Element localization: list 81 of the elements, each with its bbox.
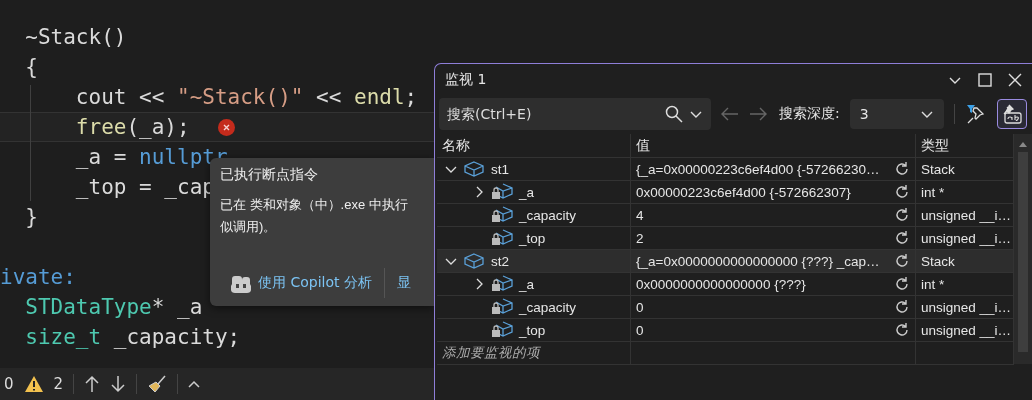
code-line: size_t _capacity;: [24, 324, 241, 351]
window-title: 监视 1: [445, 71, 487, 89]
watch-type: unsigned __i…: [921, 230, 1012, 246]
pin-filter-icon[interactable]: [964, 103, 987, 125]
maximize-icon[interactable]: [978, 73, 992, 87]
broom-icon[interactable]: [147, 374, 168, 394]
watch-name: st1: [491, 161, 509, 177]
watch-type: int *: [921, 184, 945, 200]
locked-cube-icon: [491, 206, 513, 224]
warning-count[interactable]: 2: [53, 375, 64, 393]
watch-type: int *: [921, 276, 945, 292]
copilot-icon: [230, 273, 252, 293]
code-line: free(_a);: [74, 114, 190, 141]
watch-type: unsigned __i…: [921, 207, 1012, 223]
down-arrow-icon[interactable]: [110, 375, 127, 393]
refresh-icon[interactable]: [894, 253, 910, 269]
search-depth-label: 搜索深度:: [779, 105, 840, 123]
watch-name: _top: [519, 322, 546, 338]
refresh-icon[interactable]: [894, 184, 910, 200]
refresh-icon[interactable]: [894, 230, 910, 246]
watch-type: Stack: [921, 253, 955, 269]
chevron-down-icon: [919, 109, 934, 119]
back-arrow-icon[interactable]: [721, 107, 739, 121]
watch-value: 0x00000223c6ef4d00 {-572662307}: [636, 184, 851, 200]
popup-message: 似调用)。: [220, 218, 277, 236]
close-icon[interactable]: [1008, 73, 1022, 87]
code-line: cout << "~Stack()" << endl;: [74, 84, 418, 111]
chevron-down-icon[interactable]: [948, 75, 962, 85]
watch-name: _top: [519, 230, 546, 246]
code-line: ~Stack(): [24, 24, 127, 51]
chevron-down-icon[interactable]: [689, 109, 703, 119]
up-arrow-icon[interactable]: [84, 375, 101, 393]
code-line: _a = nullptr: [74, 144, 228, 169]
watch-value: {_a=0x00000223c6ef4d00 {-57266230…: [636, 161, 880, 177]
caret-icon[interactable]: [188, 379, 201, 389]
cube-icon: [463, 161, 485, 177]
refresh-icon[interactable]: [894, 322, 910, 338]
refresh-icon[interactable]: [894, 207, 910, 223]
refresh-icon[interactable]: [894, 161, 910, 177]
watch-value: 0: [636, 322, 644, 338]
search-depth-dropdown[interactable]: 3: [849, 99, 944, 129]
locked-cube-icon: [491, 183, 513, 201]
watch-name: st2: [491, 253, 509, 269]
watch-name: _capacity: [519, 299, 577, 315]
pin-toggle-button[interactable]: [996, 99, 1027, 129]
watch-name: _a: [519, 184, 535, 200]
watch-value: 0: [636, 299, 644, 315]
search-icon[interactable]: [665, 105, 683, 123]
locked-cube-icon: [491, 229, 513, 247]
refresh-icon[interactable]: [894, 276, 910, 292]
scroll-up-icon[interactable]: [1018, 140, 1028, 148]
cube-icon: [463, 253, 485, 269]
locked-cube-icon: [491, 298, 513, 316]
code-line: ivate:: [0, 264, 76, 291]
refresh-icon[interactable]: [894, 299, 910, 315]
search-box[interactable]: 搜索(Ctrl+E): [439, 98, 711, 130]
watch-value: {_a=0x0000000000000000 {???} _cap…: [636, 253, 880, 269]
column-header[interactable]: 名称: [437, 134, 631, 157]
column-header[interactable]: 值: [631, 134, 916, 157]
locked-cube-icon: [491, 321, 513, 339]
locked-cube-icon: [491, 275, 513, 293]
watch-value: 0x0000000000000000 {???}: [636, 276, 806, 292]
watch-name: _a: [519, 276, 535, 292]
warning-icon: [23, 375, 44, 393]
popup-link[interactable]: 显: [396, 274, 411, 292]
error-count[interactable]: 0: [4, 375, 14, 393]
watch-type: unsigned __i…: [921, 299, 1012, 315]
watch-value: 4: [636, 207, 644, 223]
code-line: STDataType* _a: [24, 294, 203, 321]
add-watch-placeholder[interactable]: 添加要监视的项: [442, 344, 540, 362]
watch-name: _capacity: [519, 207, 577, 223]
watch-type: Stack: [921, 161, 955, 177]
forward-arrow-icon[interactable]: [749, 107, 767, 121]
watch-type: unsigned __i…: [921, 322, 1012, 338]
scrollbar[interactable]: [1014, 134, 1032, 364]
watch-value: 2: [636, 230, 644, 246]
popup-link[interactable]: 使用 Copilot 分析: [230, 273, 372, 293]
code-line: }: [24, 204, 38, 231]
code-line: {: [24, 54, 38, 81]
search-field[interactable]: 搜索(Ctrl+E): [439, 105, 659, 123]
popup-message: 已在 类和对象（中）.exe 中执行: [220, 196, 408, 214]
